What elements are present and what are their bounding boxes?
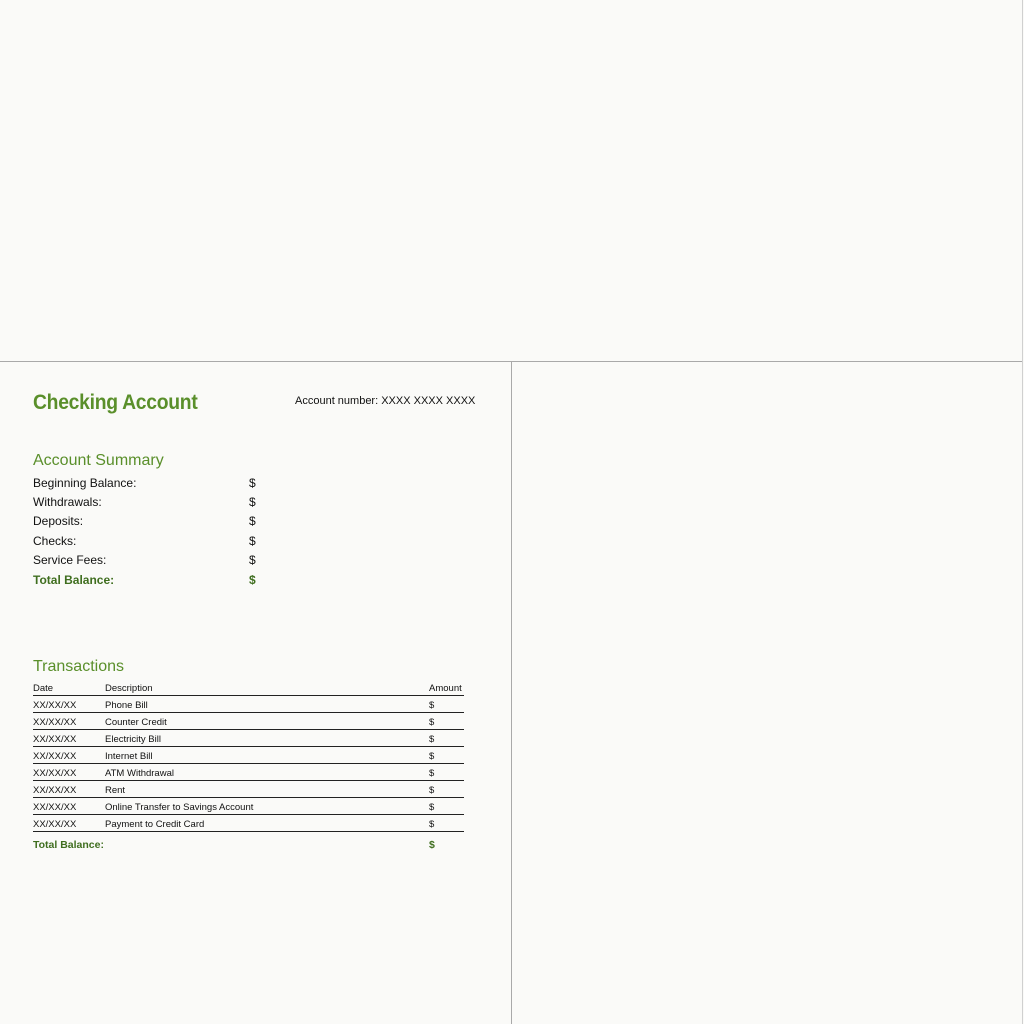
summary-row-withdrawals: Withdrawals: $ (33, 495, 263, 511)
table-row: XX/XX/XX ATM Withdrawal $ (33, 764, 464, 781)
summary-value: $ (249, 553, 256, 567)
transactions-table: Date Description Amount XX/XX/XX Phone B… (33, 679, 464, 851)
summary-label: Service Fees: (33, 553, 107, 567)
summary-row-total-balance: Total Balance: $ (33, 573, 263, 589)
cell-date: XX/XX/XX (33, 785, 77, 796)
cell-description: Rent (105, 785, 126, 796)
page-divider-vertical (511, 362, 512, 1024)
cell-amount: $ (429, 768, 435, 779)
cell-date: XX/XX/XX (33, 819, 77, 830)
account-summary-heading: Account Summary (33, 452, 164, 469)
summary-value: $ (249, 495, 256, 509)
cell-date: XX/XX/XX (33, 802, 77, 813)
summary-row-beginning-balance: Beginning Balance: $ (33, 476, 263, 492)
page-edge-right (1022, 0, 1023, 1024)
table-row: XX/XX/XX Counter Credit $ (33, 713, 464, 730)
cell-date: XX/XX/XX (33, 734, 77, 745)
summary-row-checks: Checks: $ (33, 534, 263, 550)
cell-description: Payment to Credit Card (105, 819, 205, 830)
summary-row-service-fees: Service Fees: $ (33, 553, 263, 569)
cell-amount: $ (429, 819, 435, 830)
summary-value: $ (249, 514, 256, 528)
transactions-total-value: $ (429, 839, 435, 851)
summary-label: Withdrawals: (33, 495, 102, 509)
document-title: Checking Account (33, 391, 198, 414)
column-header-amount: Amount (429, 683, 462, 694)
table-row: XX/XX/XX Electricity Bill $ (33, 730, 464, 747)
summary-label: Deposits: (33, 514, 84, 528)
summary-label: Beginning Balance: (33, 476, 137, 490)
cell-description: Internet Bill (105, 751, 153, 762)
table-row: XX/XX/XX Phone Bill $ (33, 696, 464, 713)
account-number: Account number: XXXX XXXX XXXX (295, 395, 476, 407)
column-header-date: Date (33, 683, 54, 694)
table-row: XX/XX/XX Rent $ (33, 781, 464, 798)
cell-description: Phone Bill (105, 700, 148, 711)
summary-total-value: $ (249, 573, 256, 587)
summary-label: Checks: (33, 534, 77, 548)
summary-row-deposits: Deposits: $ (33, 514, 263, 530)
transactions-heading: Transactions (33, 658, 124, 675)
cell-date: XX/XX/XX (33, 717, 77, 728)
cell-amount: $ (429, 700, 435, 711)
cell-description: Counter Credit (105, 717, 167, 728)
transactions-total-row: Total Balance: $ (33, 832, 464, 851)
table-row: XX/XX/XX Payment to Credit Card $ (33, 815, 464, 832)
table-row: XX/XX/XX Internet Bill $ (33, 747, 464, 764)
cell-date: XX/XX/XX (33, 768, 77, 779)
cell-amount: $ (429, 802, 435, 813)
summary-value: $ (249, 534, 256, 548)
cell-amount: $ (429, 717, 435, 728)
cell-description: Online Transfer to Savings Account (105, 802, 254, 813)
cell-amount: $ (429, 734, 435, 745)
summary-total-label: Total Balance: (33, 573, 115, 587)
transactions-total-label: Total Balance: (33, 839, 104, 851)
table-header-row: Date Description Amount (33, 679, 464, 696)
table-row: XX/XX/XX Online Transfer to Savings Acco… (33, 798, 464, 815)
cell-description: ATM Withdrawal (105, 768, 174, 779)
cell-description: Electricity Bill (105, 734, 161, 745)
summary-value: $ (249, 476, 256, 490)
cell-date: XX/XX/XX (33, 751, 77, 762)
cell-amount: $ (429, 785, 435, 796)
cell-date: XX/XX/XX (33, 700, 77, 711)
cell-amount: $ (429, 751, 435, 762)
column-header-description: Description (105, 683, 153, 694)
